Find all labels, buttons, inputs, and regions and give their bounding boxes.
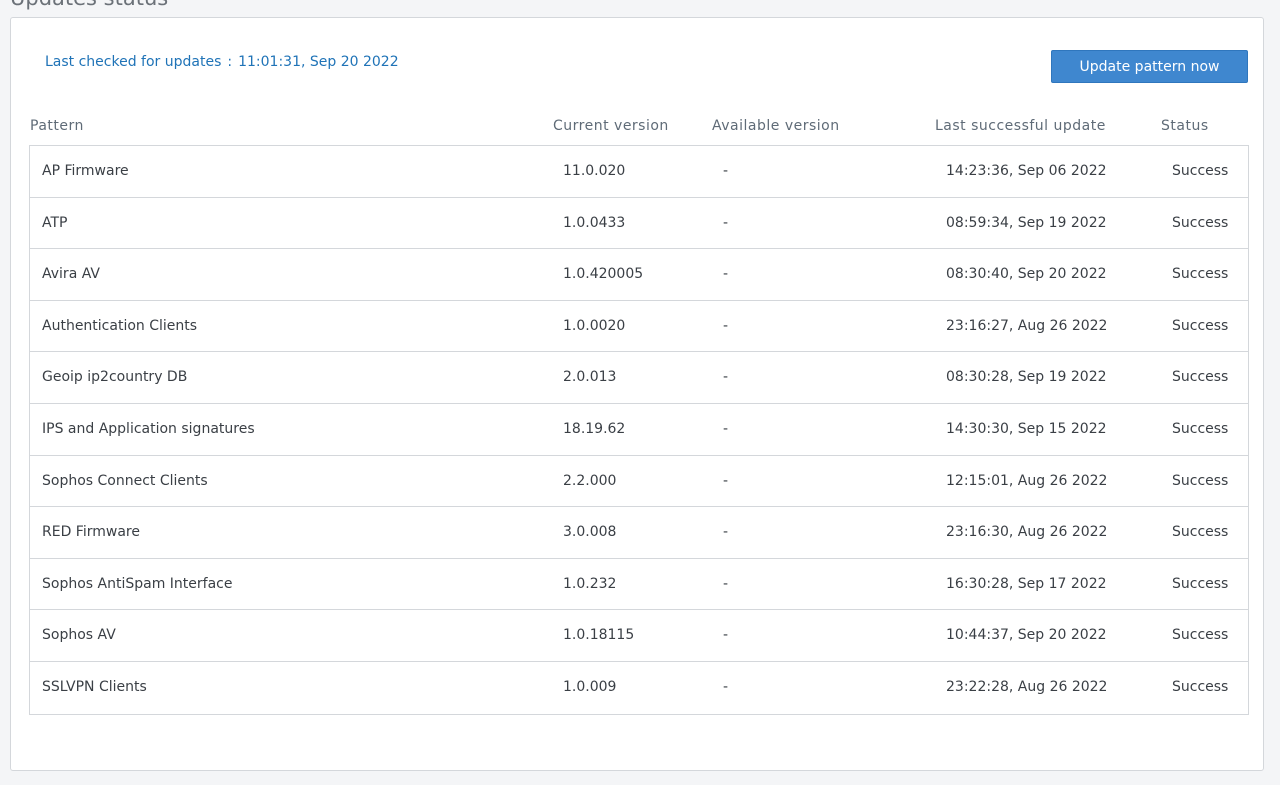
cell-pattern: SSLVPN Clients <box>42 678 147 695</box>
table-row: Geoip ip2country DB 2.0.013 - 08:30:28, Sep… <box>30 352 1248 404</box>
cell-available-version: - <box>723 317 729 334</box>
cell-current-version: 1.0.18115 <box>563 627 635 644</box>
section-title: Updates status <box>10 0 168 10</box>
table-row: ATP 1.0.0433 - 08:59:34, Sep 19 2022 Success <box>30 198 1248 250</box>
cell-last-successful-update: 14:23:36, Sep 06 2022 <box>946 163 1107 179</box>
cell-pattern: Sophos AV <box>42 627 116 644</box>
column-header-status: Status <box>1161 118 1209 134</box>
cell-status: Success <box>1172 575 1229 592</box>
cell-available-version: - <box>723 163 729 179</box>
cell-current-version: 1.0.0020 <box>563 317 626 334</box>
cell-last-successful-update: 23:22:28, Aug 26 2022 <box>946 678 1108 695</box>
cell-last-successful-update: 10:44:37, Sep 20 2022 <box>946 627 1107 644</box>
cell-available-version: - <box>723 627 729 644</box>
table-row: SSLVPN Clients 1.0.009 - 23:22:28, Aug 26 2… <box>30 662 1248 714</box>
cell-last-successful-update: 16:30:28, Sep 17 2022 <box>946 575 1107 592</box>
table-row: Sophos AV 1.0.18115 - 10:44:37, Sep 20 2022… <box>30 610 1248 662</box>
cell-status: Success <box>1172 266 1229 283</box>
cell-pattern: Sophos AntiSpam Interface <box>42 575 233 592</box>
cell-available-version: - <box>723 575 729 592</box>
cell-last-successful-update: 08:30:28, Sep 19 2022 <box>946 369 1107 386</box>
cell-available-version: - <box>723 369 729 386</box>
cell-available-version: - <box>723 524 729 541</box>
last-checked-info: Last checked for updates:11:01:31, Sep 2… <box>45 54 399 70</box>
cell-pattern: Authentication Clients <box>42 317 198 334</box>
cell-current-version: 1.0.232 <box>563 575 617 592</box>
cell-pattern: Avira AV <box>42 266 100 283</box>
cell-last-successful-update: 14:30:30, Sep 15 2022 <box>946 420 1107 437</box>
cell-available-version: - <box>723 266 729 283</box>
table-header: Pattern Current version Available versio… <box>30 118 1248 144</box>
table-row: Sophos Connect Clients 2.2.000 - 12:15:01, … <box>30 456 1248 508</box>
last-checked-label: Last checked for updates <box>45 54 222 70</box>
cell-last-successful-update: 23:16:27, Aug 26 2022 <box>946 317 1108 334</box>
pattern-table: AP Firmware 11.0.020 - 14:23:36, Sep 06 202… <box>29 145 1249 715</box>
cell-current-version: 18.19.62 <box>563 420 626 437</box>
cell-current-version: 3.0.008 <box>563 524 617 541</box>
table-row: Sophos AntiSpam Interface 1.0.232 - 16:30:2… <box>30 559 1248 611</box>
cell-last-successful-update: 12:15:01, Aug 26 2022 <box>946 472 1108 489</box>
column-header-available-version: Available version <box>712 118 840 134</box>
cell-current-version: 11.0.020 <box>563 163 626 179</box>
cell-current-version: 1.0.009 <box>563 678 617 695</box>
table-row: Authentication Clients 1.0.0020 - 23:16:27,… <box>30 301 1248 353</box>
cell-pattern: IPS and Application signatures <box>42 420 255 437</box>
cell-last-successful-update: 23:16:30, Aug 26 2022 <box>946 524 1108 541</box>
cell-status: Success <box>1172 524 1229 541</box>
cell-pattern: AP Firmware <box>42 163 129 179</box>
cell-status: Success <box>1172 420 1229 437</box>
cell-available-version: - <box>723 678 729 695</box>
cell-pattern: ATP <box>42 214 68 231</box>
cell-status: Success <box>1172 214 1229 231</box>
cell-pattern: Geoip ip2country DB <box>42 369 188 386</box>
updates-status-panel: Last checked for updates:11:01:31, Sep 2… <box>10 17 1264 771</box>
cell-available-version: - <box>723 472 729 489</box>
last-checked-separator: : <box>227 54 233 70</box>
cell-pattern: RED Firmware <box>42 524 140 541</box>
cell-status: Success <box>1172 369 1229 386</box>
cell-status: Success <box>1172 317 1229 334</box>
table-row: RED Firmware 3.0.008 - 23:16:30, Aug 26 202… <box>30 507 1248 559</box>
cell-status: Success <box>1172 163 1229 179</box>
table-row: IPS and Application signatures 18.19.62 - 1… <box>30 404 1248 456</box>
column-header-last-successful-update: Last successful update <box>935 118 1106 134</box>
cell-available-version: - <box>723 420 729 437</box>
cell-status: Success <box>1172 678 1229 695</box>
cell-status: Success <box>1172 472 1229 489</box>
update-pattern-now-button[interactable]: Update pattern now <box>1051 50 1248 83</box>
last-checked-value: 11:01:31, Sep 20 2022 <box>238 54 399 70</box>
cell-current-version: 2.2.000 <box>563 472 617 489</box>
cell-current-version: 2.0.013 <box>563 369 617 386</box>
cell-current-version: 1.0.420005 <box>563 266 644 283</box>
cell-last-successful-update: 08:59:34, Sep 19 2022 <box>946 214 1107 231</box>
column-header-pattern: Pattern <box>30 118 84 134</box>
table-row: Avira AV 1.0.420005 - 08:30:40, Sep 20 2022… <box>30 249 1248 301</box>
table-row: AP Firmware 11.0.020 - 14:23:36, Sep 06 202… <box>30 146 1248 198</box>
cell-last-successful-update: 08:30:40, Sep 20 2022 <box>946 266 1107 283</box>
cell-pattern: Sophos Connect Clients <box>42 472 208 489</box>
cell-status: Success <box>1172 627 1229 644</box>
column-header-current-version: Current version <box>553 118 669 134</box>
cell-current-version: 1.0.0433 <box>563 214 626 231</box>
cell-available-version: - <box>723 214 729 231</box>
